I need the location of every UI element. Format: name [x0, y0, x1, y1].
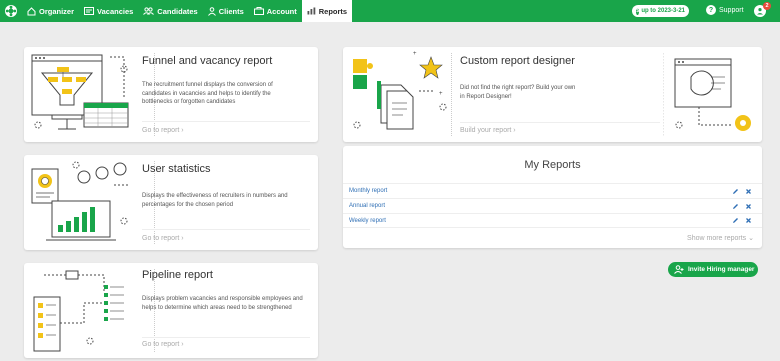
nav-reports-label: Reports: [318, 6, 348, 16]
report-link[interactable]: Monthly report: [349, 188, 387, 194]
edit-icon[interactable]: [732, 203, 739, 210]
svg-text:+: +: [413, 51, 417, 57]
report-row[interactable]: Weekly report: [343, 213, 762, 228]
nav-account[interactable]: Account: [249, 0, 302, 22]
subscription-badge[interactable]: $ up to 2023-3-21: [632, 5, 689, 17]
user-statistics-description: Displays the effectiveness of recruiters…: [142, 193, 288, 208]
report-link[interactable]: Weekly report: [349, 218, 386, 224]
app-logo-icon[interactable]: [0, 0, 22, 22]
report-row[interactable]: Monthly report: [343, 183, 762, 198]
reports-icon: [307, 7, 316, 15]
card-separator: [142, 229, 310, 230]
funnel-report-description: The recruitment funnel displays the conv…: [142, 82, 273, 105]
user-statistics-illustration: [31, 161, 130, 241]
nav-candidates-label: Candidates: [157, 6, 198, 16]
user-statistics-go-to-report-link[interactable]: Go to report ›: [142, 235, 184, 242]
funnel-report-card[interactable]: Funnel and vacancy report The recruitmen…: [24, 47, 318, 142]
home-icon: [27, 6, 36, 15]
build-your-report-link[interactable]: Build your report ›: [460, 127, 516, 134]
card-separator: [460, 122, 660, 123]
nav-organizer[interactable]: Organizer: [22, 0, 79, 22]
notification-count-badge[interactable]: 2: [763, 2, 771, 10]
pipeline-report-title: Pipeline report: [142, 269, 213, 281]
report-designer-illustration: [663, 53, 751, 137]
my-reports-title: My Reports: [524, 159, 581, 171]
candidates-icon: [143, 7, 155, 15]
clients-icon: [207, 6, 216, 16]
funnel-report-title: Funnel and vacancy report: [142, 55, 273, 67]
support-label: Support: [719, 6, 744, 14]
card-separator: [142, 121, 310, 122]
nav-reports[interactable]: Reports: [301, 0, 353, 22]
card-separator: [142, 337, 310, 338]
nav-account-label: Account: [266, 6, 297, 16]
invite-hiring-manager-button[interactable]: Invite Hiring manager: [668, 262, 758, 277]
custom-report-designer-card[interactable]: + + Custom report designer Did not find …: [343, 47, 762, 142]
add-user-icon: [674, 265, 684, 274]
funnel-go-to-report-link[interactable]: Go to report ›: [142, 127, 184, 134]
card-divider: [451, 53, 452, 136]
user-statistics-title: User statistics: [142, 163, 211, 175]
report-row[interactable]: Annual report: [343, 198, 762, 213]
vacancies-icon: [84, 7, 95, 15]
nav-organizer-label: Organizer: [39, 6, 75, 16]
invite-label: Invite Hiring manager: [688, 266, 755, 273]
edit-icon[interactable]: [732, 188, 739, 195]
nav-clients[interactable]: Clients: [203, 0, 249, 22]
pipeline-illustration: [33, 270, 124, 352]
subscription-text: up to 2023-3-21: [641, 8, 685, 14]
report-link[interactable]: Annual report: [349, 203, 385, 209]
delete-icon[interactable]: [745, 203, 752, 210]
delete-icon[interactable]: [745, 188, 752, 195]
nav-vacancies[interactable]: Vacancies: [79, 0, 138, 22]
my-reports-panel: My Reports Monthly report Annual report …: [343, 146, 762, 248]
svg-text:+: +: [439, 91, 443, 97]
funnel-illustration: [31, 54, 129, 130]
account-icon: [253, 7, 264, 15]
nav-candidates[interactable]: Candidates: [138, 0, 202, 22]
custom-report-description: Did not find the right report? Build you…: [460, 85, 576, 100]
delete-icon[interactable]: [745, 217, 752, 224]
pipeline-report-card[interactable]: Pipeline report Displays problem vacanci…: [24, 263, 318, 358]
top-navigation-bar: Organizer Vacancies Candidates Clients A…: [0, 0, 780, 22]
edit-icon[interactable]: [732, 217, 739, 224]
help-icon: ?: [706, 5, 716, 15]
support-link[interactable]: ? Support: [706, 5, 744, 15]
custom-report-illustration: + +: [353, 51, 447, 130]
user-statistics-card[interactable]: User statistics Displays the effectivene…: [24, 155, 318, 250]
pipeline-report-description: Displays problem vacancies and responsib…: [142, 296, 303, 311]
dollar-icon: $: [636, 7, 640, 15]
nav-vacancies-label: Vacancies: [97, 6, 134, 16]
show-more-reports-link[interactable]: Show more reports ⌄: [687, 234, 754, 242]
custom-report-title: Custom report designer: [460, 55, 575, 67]
nav-clients-label: Clients: [218, 6, 244, 16]
pipeline-go-to-report-link[interactable]: Go to report ›: [142, 341, 184, 348]
